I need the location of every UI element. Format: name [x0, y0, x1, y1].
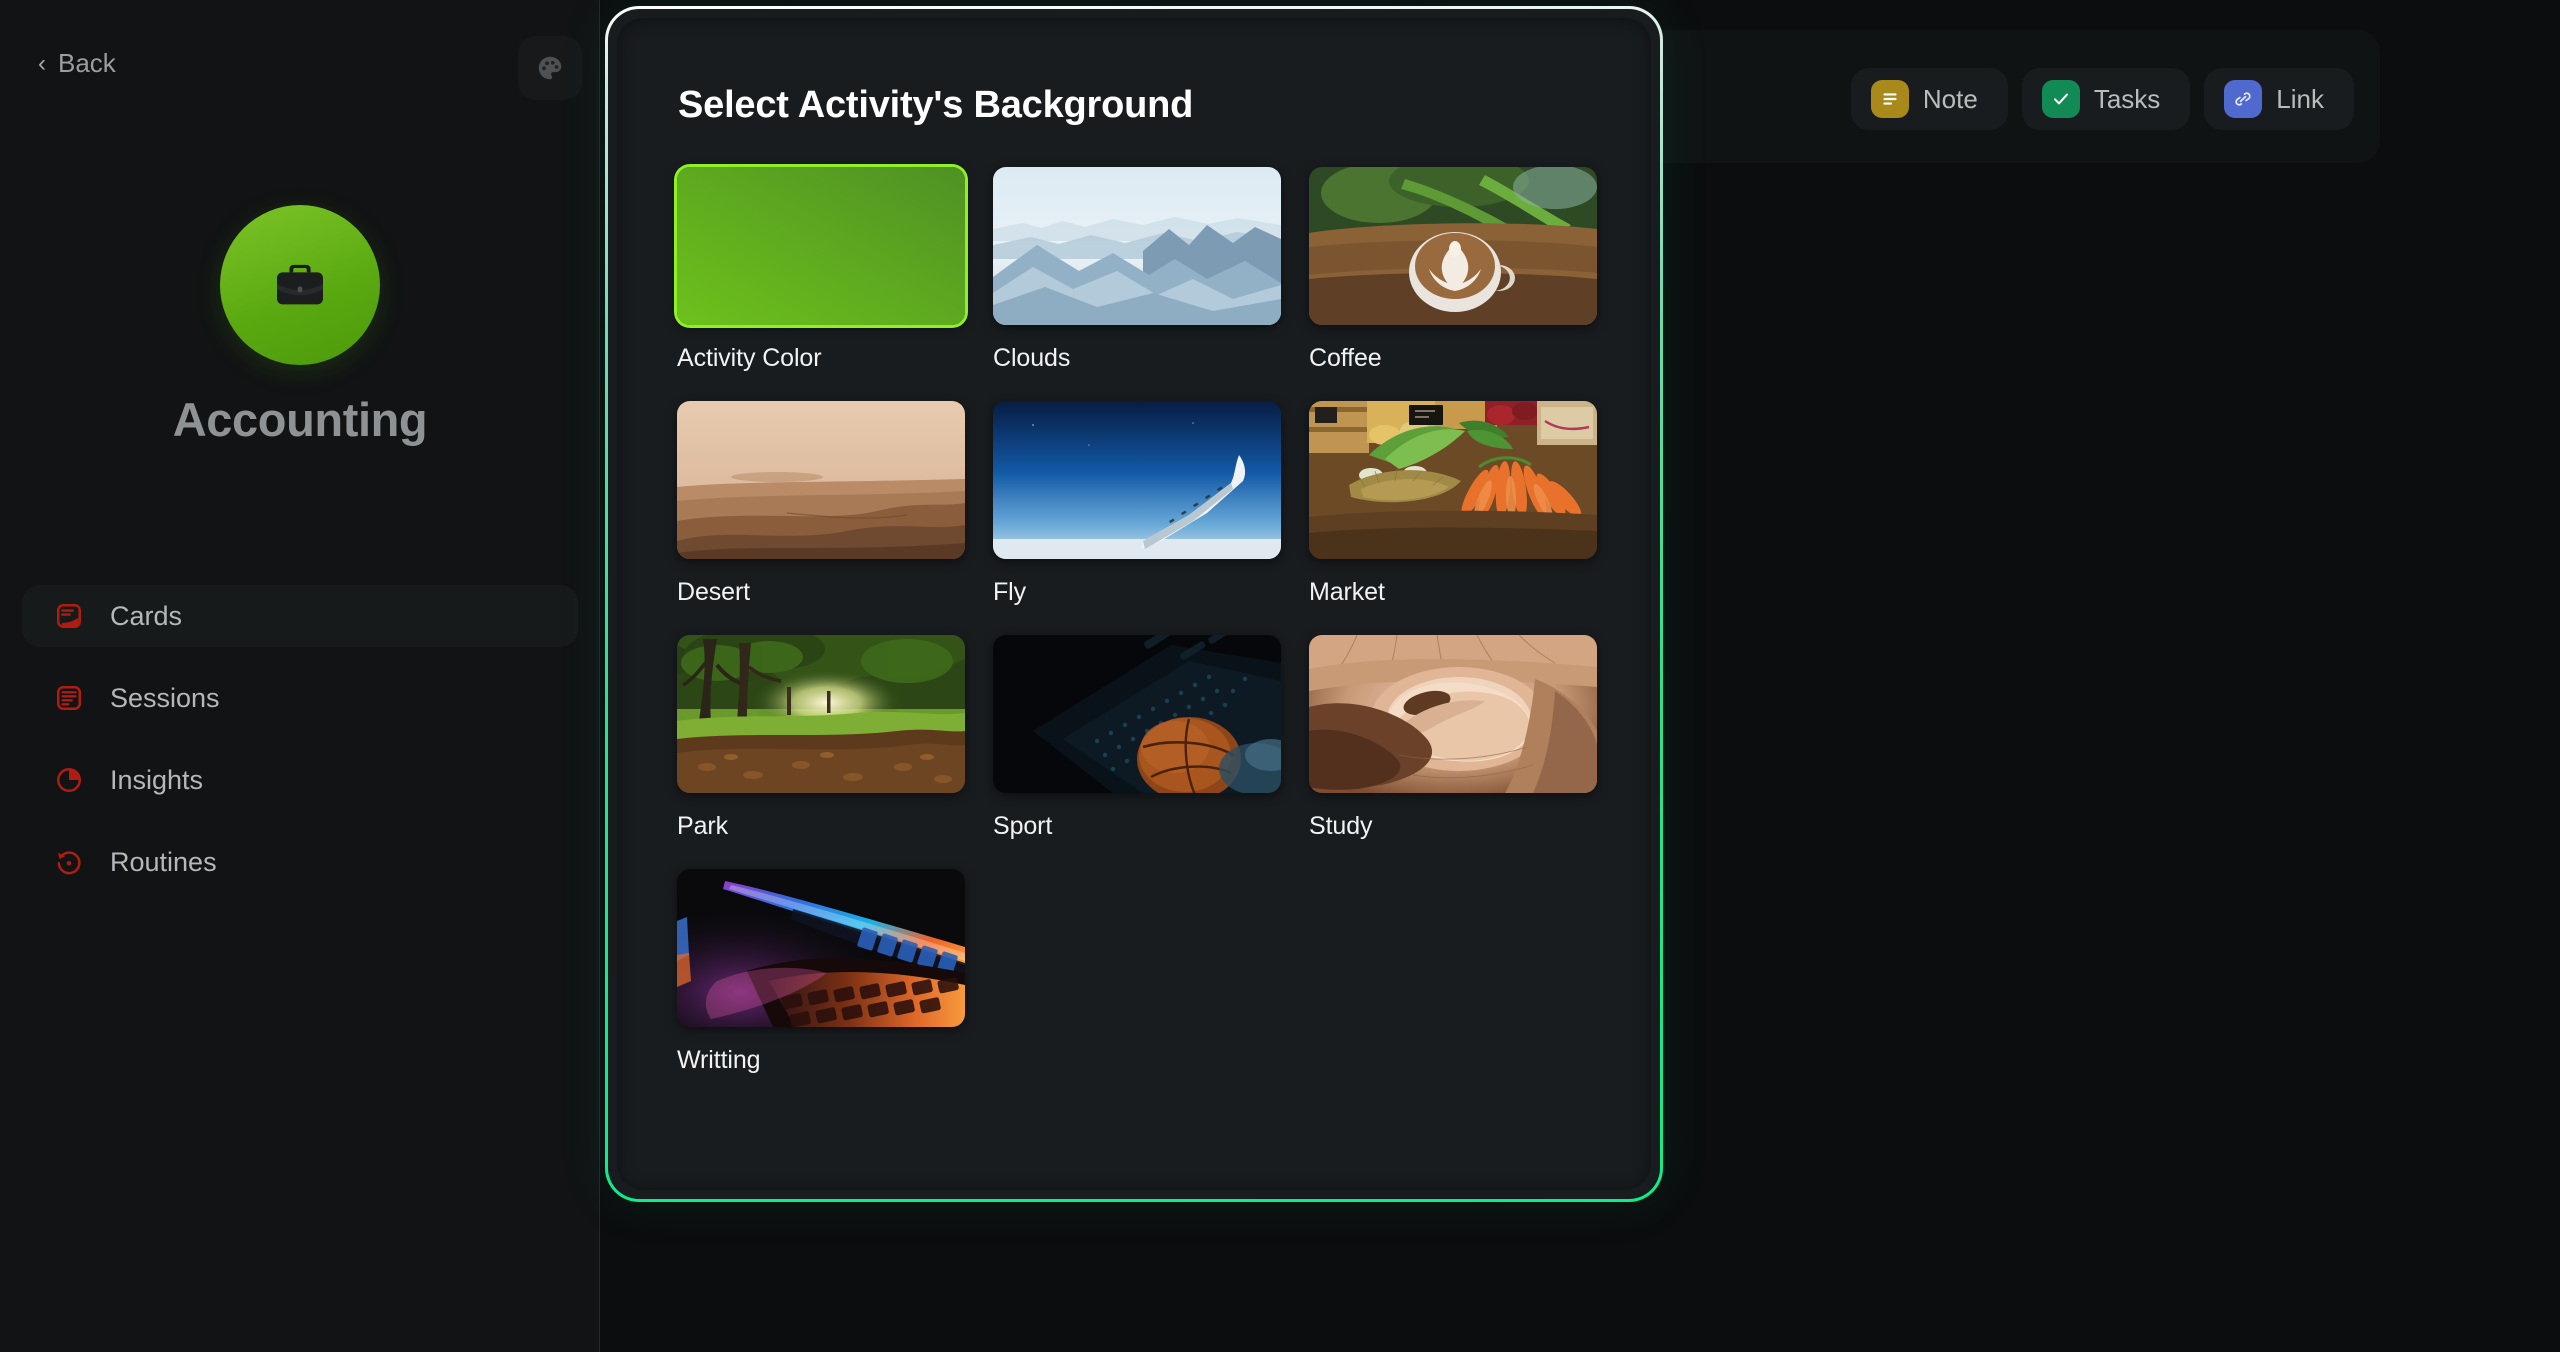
- background-thumbnail: [677, 869, 965, 1027]
- activity-title: Accounting: [172, 393, 428, 446]
- background-label: Fly: [993, 578, 1027, 606]
- background-label: Clouds: [993, 344, 1071, 372]
- sidebar-item-label: Insights: [110, 764, 204, 795]
- sidebar-item-label: Routines: [110, 846, 217, 877]
- background-thumbnail: [677, 635, 965, 793]
- sidebar-item-label: Cards: [110, 600, 183, 631]
- activity-avatar: [219, 205, 380, 365]
- background-thumbnail: [993, 635, 1281, 793]
- background-option-park[interactable]: Park: [677, 635, 965, 841]
- background-option-writting[interactable]: Writting: [677, 869, 965, 1075]
- background-option-sport[interactable]: Sport: [993, 635, 1281, 841]
- sidebar-item-routines[interactable]: Routines: [22, 831, 578, 893]
- dialog-title: Select Activity's Background: [678, 84, 1194, 126]
- dialog-surface: Select Activity's Background Activity Co…: [608, 9, 1660, 1199]
- background-thumbnail: [1309, 635, 1597, 793]
- background-label: Sport: [993, 812, 1053, 840]
- study-image: [1309, 635, 1597, 793]
- park-image: [677, 635, 965, 793]
- palette-button[interactable]: [518, 36, 582, 100]
- background-label: Study: [1309, 812, 1373, 840]
- background-label: Activity Color: [677, 344, 822, 372]
- history-icon: [52, 845, 86, 879]
- writting-image: [677, 869, 965, 1027]
- background-label: Writting: [677, 1046, 761, 1074]
- chip-tasks[interactable]: Tasks: [2021, 68, 2191, 130]
- content-type-chips: Note Tasks Link: [1850, 68, 2354, 130]
- sidebar-nav: Cards Sessions Insights Routines: [22, 585, 578, 913]
- sessions-icon: [52, 681, 86, 715]
- background-option-fly[interactable]: Fly: [993, 401, 1281, 607]
- palette-icon: [538, 56, 562, 80]
- coffee-image: [1309, 167, 1597, 325]
- background-option-clouds[interactable]: Clouds: [993, 167, 1281, 373]
- color-swatch: [677, 167, 965, 325]
- sidebar-item-insights[interactable]: Insights: [22, 749, 578, 811]
- background-option-coffee[interactable]: Coffee: [1309, 167, 1597, 373]
- chip-link[interactable]: Link: [2204, 68, 2354, 130]
- cards-icon: [52, 599, 86, 633]
- fly-image: [993, 401, 1281, 559]
- sport-image: [993, 635, 1281, 793]
- background-label: Desert: [677, 578, 751, 606]
- chip-label: Link: [2276, 83, 2324, 114]
- background-label: Coffee: [1309, 344, 1382, 372]
- back-button[interactable]: ‹ Back: [38, 48, 116, 79]
- back-label: Back: [58, 48, 116, 78]
- chip-label: Note: [1922, 83, 1978, 114]
- background-label: Park: [677, 812, 729, 840]
- briefcase-icon: [276, 264, 323, 305]
- sidebar-item-sessions[interactable]: Sessions: [22, 667, 578, 729]
- background-picker-dialog: Select Activity's Background Activity Co…: [605, 6, 1663, 1202]
- background-thumbnail: [993, 167, 1281, 325]
- background-thumbnail: [1309, 167, 1597, 325]
- background-label: Market: [1309, 578, 1385, 606]
- background-grid: Activity Color Clouds Coffee Desert Fly …: [677, 167, 1597, 1075]
- desert-image: [677, 401, 965, 559]
- background-option-market[interactable]: Market: [1309, 401, 1597, 607]
- background-thumbnail: [677, 167, 965, 325]
- pie-chart-icon: [52, 763, 86, 797]
- background-option-desert[interactable]: Desert: [677, 401, 965, 607]
- background-thumbnail: [1309, 401, 1597, 559]
- link-icon: [2224, 80, 2263, 118]
- chip-label: Tasks: [2093, 83, 2161, 114]
- note-icon: [1870, 80, 1909, 118]
- background-thumbnail: [677, 401, 965, 559]
- clouds-image: [993, 167, 1281, 325]
- sidebar: ‹ Back Accounting Cards Sessions Insight…: [0, 0, 600, 1352]
- background-thumbnail: [993, 401, 1281, 559]
- market-image: [1309, 401, 1597, 559]
- chevron-left-icon: ‹: [38, 49, 46, 77]
- sidebar-item-cards[interactable]: Cards: [22, 585, 578, 647]
- background-option-activity-color[interactable]: Activity Color: [677, 167, 965, 373]
- background-option-study[interactable]: Study: [1309, 635, 1597, 841]
- check-icon: [2041, 80, 2080, 118]
- app-root: ‹ Back Accounting Cards Sessions Insight…: [0, 0, 2560, 1352]
- chip-note[interactable]: Note: [1850, 68, 2008, 130]
- sidebar-item-label: Sessions: [110, 682, 220, 713]
